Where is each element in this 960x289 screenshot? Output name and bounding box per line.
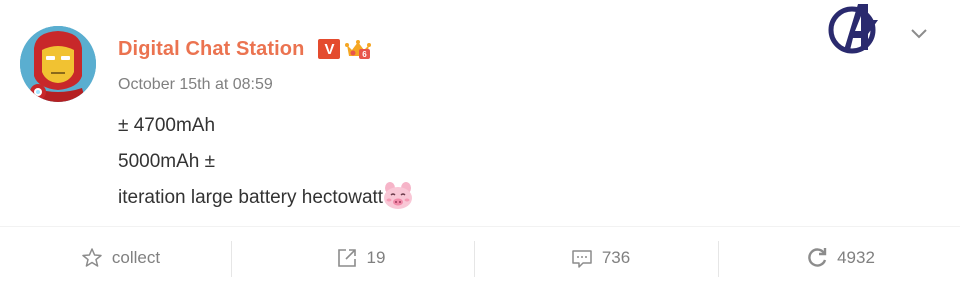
avengers-logo-icon (824, 0, 884, 58)
share-icon (335, 246, 359, 270)
like-count: 4932 (837, 248, 875, 267)
post-line-1: ± 4700mAh (118, 115, 216, 136)
post-line-3: iteration large battery hectowatt (118, 180, 818, 216)
weibo-post-card: Digital Chat Station V 6 October 15th at… (0, 0, 960, 289)
comment-button[interactable]: 736 (480, 227, 720, 289)
repost-button[interactable]: 19 (240, 227, 480, 289)
verified-badge[interactable]: V (318, 39, 341, 59)
author-row: Digital Chat Station V 6 (118, 36, 372, 62)
post-line-2: 5000mAh ± (118, 151, 216, 172)
comment-icon (570, 246, 594, 270)
collect-button[interactable]: collect (0, 227, 240, 289)
avatar[interactable] (20, 26, 96, 102)
post-line-3-text: iteration large battery hectowatt (118, 187, 384, 208)
author-name[interactable]: Digital Chat Station (118, 38, 304, 61)
toolbar-separator (474, 241, 475, 277)
toolbar-separator (231, 241, 232, 277)
iron-man-avatar-icon (20, 26, 96, 102)
post-content: ± 4700mAh 5000mAh ± iteration large batt… (118, 108, 818, 216)
comment-count: 736 (601, 248, 631, 267)
toolbar-separator (718, 241, 719, 277)
star-icon (80, 246, 104, 270)
chevron-down-icon[interactable] (906, 22, 932, 44)
pig-face-emoji-icon (381, 181, 415, 211)
like-button[interactable]: 4932 (720, 227, 960, 289)
refresh-icon (805, 246, 829, 270)
post-timestamp[interactable]: October 15th at 08:59 (118, 76, 273, 94)
repost-count: 19 (366, 248, 386, 267)
vip-crown-icon[interactable]: 6 (344, 37, 372, 61)
collect-label: collect (111, 248, 161, 267)
post-action-toolbar: collect 19 736 4932 (0, 227, 960, 289)
svg-text:6: 6 (363, 50, 368, 59)
